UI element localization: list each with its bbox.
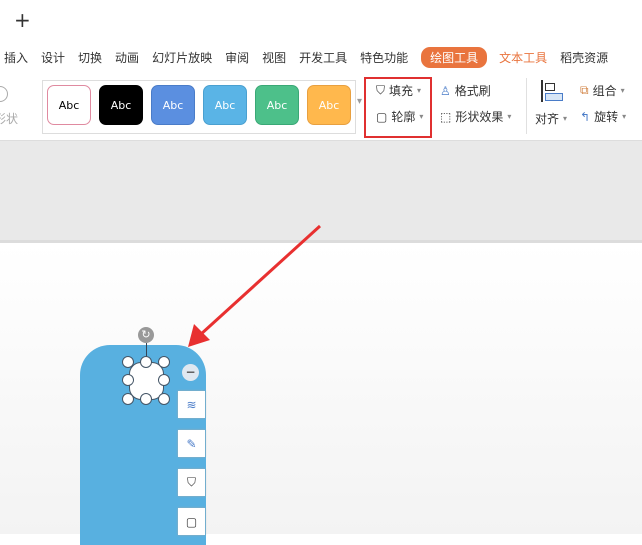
annotation-arrow — [188, 224, 322, 347]
